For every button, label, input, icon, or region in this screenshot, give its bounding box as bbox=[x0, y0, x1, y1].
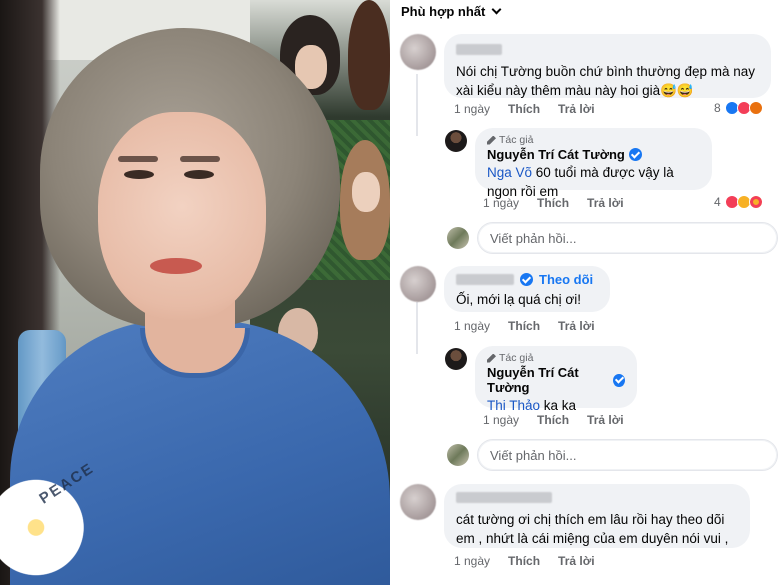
reaction-summary[interactable]: 4 bbox=[714, 195, 763, 209]
verified-badge-icon bbox=[613, 373, 625, 387]
comment: cát tường ơi chị thích em lâu rồi hay th… bbox=[400, 484, 750, 548]
commenter-name-text: Nguyễn Trí Cát Tường bbox=[487, 365, 579, 395]
reaction-count: 8 bbox=[714, 101, 721, 115]
comment-bubble: Tác giả Nguyễn Trí Cát Tường Thi Thảo ka… bbox=[475, 346, 637, 413]
photo-eye bbox=[124, 170, 154, 179]
my-avatar[interactable] bbox=[447, 444, 469, 466]
like-button[interactable]: Thích bbox=[537, 196, 569, 210]
comments-panel: Phù hợp nhất Nói chị Tường buồn chứ bình… bbox=[390, 0, 780, 585]
pen-icon bbox=[487, 353, 496, 363]
author-badge-label: Tác giả bbox=[499, 134, 534, 146]
reply-box: Viết phản hồi... bbox=[447, 439, 778, 471]
comment-actions: 1 ngày Thích Trả lời bbox=[454, 102, 595, 116]
avatar[interactable] bbox=[445, 348, 467, 370]
reply-button[interactable]: Trả lời bbox=[558, 102, 595, 116]
author-badge: Tác giả bbox=[487, 352, 625, 364]
comment-actions: 1 ngày Thích Trả lời bbox=[454, 554, 595, 568]
commenter-name-hidden[interactable] bbox=[456, 274, 514, 285]
like-button[interactable]: Thích bbox=[508, 319, 540, 333]
comment-time[interactable]: 1 ngày bbox=[483, 413, 519, 427]
comment-bubble: Theo dõi Ối, mới lạ quá chị ơi! bbox=[444, 266, 610, 312]
verified-badge-icon bbox=[628, 148, 642, 161]
comment-actions: 1 ngày Thích Trả lời bbox=[483, 196, 624, 210]
comment: Nói chị Tường buồn chứ bình thường đẹp m… bbox=[400, 34, 771, 98]
photo-mannequin-face bbox=[352, 172, 380, 212]
author-badge: Tác giả bbox=[487, 134, 700, 146]
follow-button[interactable]: Theo dõi bbox=[539, 272, 593, 287]
comment-time[interactable]: 1 ngày bbox=[454, 102, 490, 116]
reply-box: Viết phản hồi... bbox=[447, 222, 778, 254]
reply-button[interactable]: Trả lời bbox=[558, 319, 595, 333]
commenter-name[interactable]: Nguyễn Trí Cát Tường bbox=[487, 365, 625, 395]
reply-comment: Tác giả Nguyễn Trí Cát Tường Nga Võ 60 t… bbox=[445, 128, 712, 199]
reply-button[interactable]: Trả lời bbox=[587, 413, 624, 427]
mention-link[interactable]: Nga Võ bbox=[487, 165, 532, 180]
post-photo[interactable]: PEACE bbox=[0, 0, 390, 585]
reaction-summary[interactable]: 8 bbox=[714, 101, 763, 115]
photo-wig bbox=[348, 0, 390, 110]
pen-icon bbox=[487, 135, 496, 145]
comment-actions: 1 ngày Thích Trả lời bbox=[454, 319, 595, 333]
my-avatar[interactable] bbox=[447, 227, 469, 249]
reply-input[interactable]: Viết phản hồi... bbox=[477, 222, 778, 254]
like-button[interactable]: Thích bbox=[537, 413, 569, 427]
verified-badge-icon bbox=[520, 273, 533, 286]
author-badge-label: Tác giả bbox=[499, 352, 534, 364]
photo-lips bbox=[150, 258, 202, 274]
avatar[interactable] bbox=[400, 34, 436, 70]
comment-text: Ối, mới lạ quá chị ơi! bbox=[456, 292, 581, 307]
comment: Theo dõi Ối, mới lạ quá chị ơi! bbox=[400, 266, 610, 312]
comment-bubble: Nói chị Tường buồn chứ bình thường đẹp m… bbox=[444, 34, 771, 98]
reply-input[interactable]: Viết phản hồi... bbox=[477, 439, 778, 471]
commenter-name[interactable]: Nguyễn Trí Cát Tường bbox=[487, 147, 700, 162]
comment-bubble: cát tường ơi chị thích em lâu rồi hay th… bbox=[444, 484, 750, 548]
like-button[interactable]: Thích bbox=[508, 554, 540, 568]
commenter-name-hidden[interactable] bbox=[456, 492, 552, 503]
avatar[interactable] bbox=[445, 130, 467, 152]
comment-bubble: Tác giả Nguyễn Trí Cát Tường Nga Võ 60 t… bbox=[475, 128, 712, 199]
photo-eye bbox=[184, 170, 214, 179]
avatar[interactable] bbox=[400, 266, 436, 302]
comment-time[interactable]: 1 ngày bbox=[454, 554, 490, 568]
comment-actions: 1 ngày Thích Trả lời bbox=[483, 413, 624, 427]
avatar[interactable] bbox=[400, 484, 436, 520]
comment-text-line: cát tường ơi chị thích em lâu rồi hay th… bbox=[456, 512, 725, 527]
care-reaction-icon bbox=[748, 195, 763, 209]
sort-label: Phù hợp nhất bbox=[401, 4, 486, 19]
like-button[interactable]: Thích bbox=[508, 102, 540, 116]
commenter-name-hidden[interactable] bbox=[456, 44, 502, 55]
comment-text-body: ka ka bbox=[540, 398, 577, 413]
reply-button[interactable]: Trả lời bbox=[587, 196, 624, 210]
mention-link[interactable]: Thi Thảo bbox=[487, 398, 540, 413]
comment-text: Nói chị Tường buồn chứ bình thường đẹp m… bbox=[456, 64, 755, 98]
reaction-count: 4 bbox=[714, 195, 721, 209]
angry-reaction-icon bbox=[748, 101, 763, 115]
commenter-name-text: Nguyễn Trí Cát Tường bbox=[487, 147, 625, 162]
photo-brow bbox=[180, 156, 220, 162]
photo-face bbox=[98, 112, 266, 322]
comment-text-line: em , nhứt là cái miệng của em duyên nói … bbox=[456, 531, 729, 546]
photo-brow bbox=[118, 156, 158, 162]
reply-comment: Tác giả Nguyễn Trí Cát Tường Thi Thảo ka… bbox=[445, 346, 637, 413]
chevron-down-icon bbox=[491, 4, 502, 15]
commenter-header: Theo dõi bbox=[456, 272, 598, 287]
comment-time[interactable]: 1 ngày bbox=[483, 196, 519, 210]
sort-dropdown[interactable]: Phù hợp nhất bbox=[401, 4, 502, 19]
reply-button[interactable]: Trả lời bbox=[558, 554, 595, 568]
comment-time[interactable]: 1 ngày bbox=[454, 319, 490, 333]
